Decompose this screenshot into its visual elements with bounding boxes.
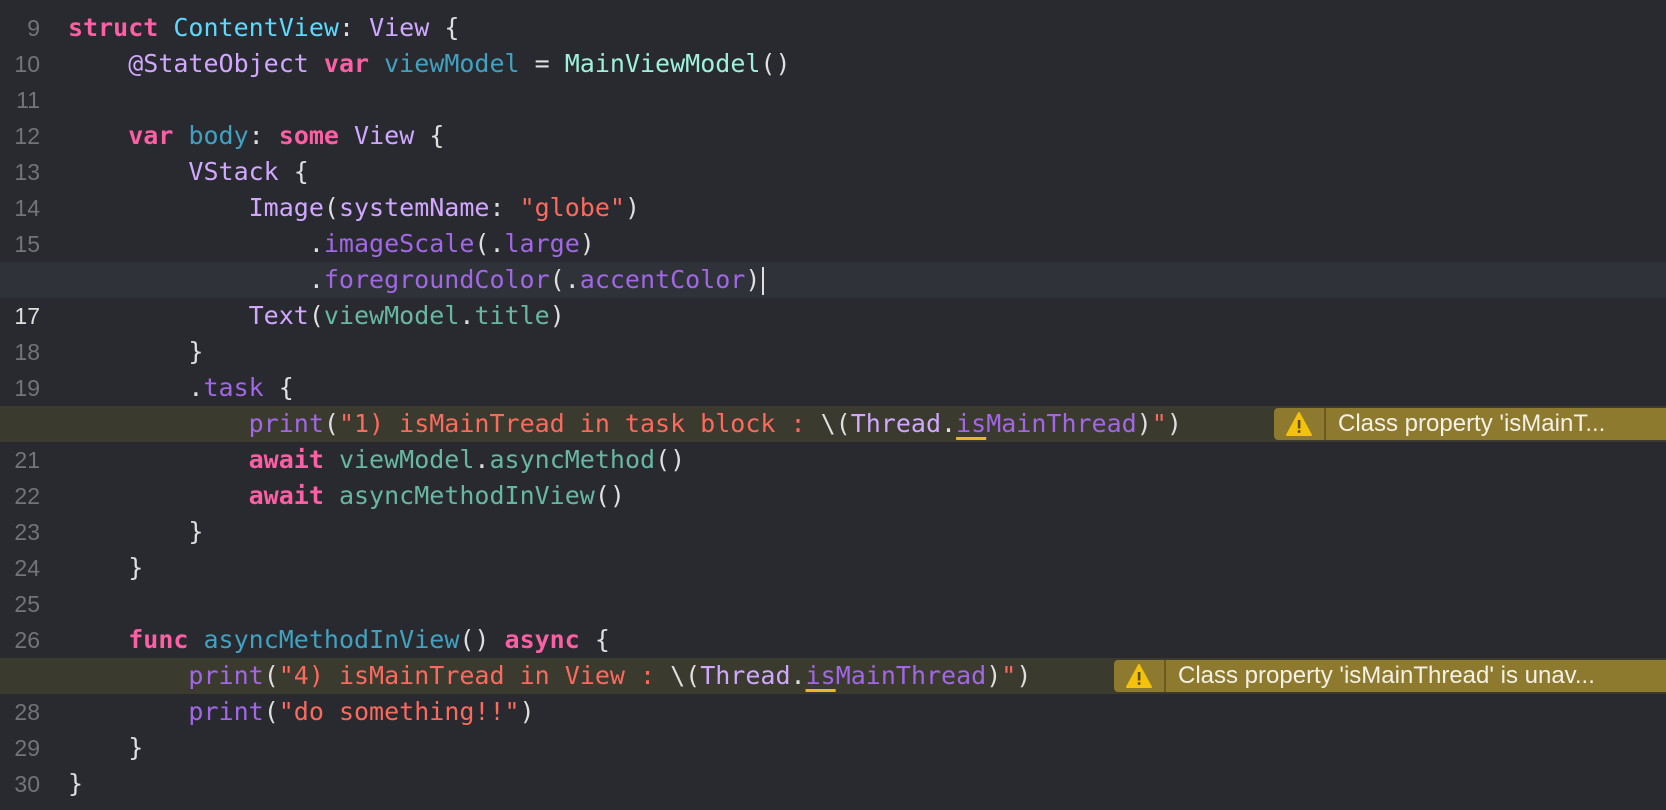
text-cursor (762, 267, 765, 295)
code-line[interactable]: 31 } (0, 766, 1666, 810)
code-line[interactable]: 14 VStack { (0, 154, 1666, 221)
code-line[interactable]: 23 await asyncMethodInView() (0, 478, 1666, 545)
warning-code-line[interactable]: 28 print("4) isMainTread in View : \(Thr… (0, 658, 1666, 725)
code-line[interactable]: 20 .task { (0, 370, 1666, 437)
code-editor[interactable]: 9 10 struct ContentView: View { 11 @Stat… (0, 0, 1666, 810)
code-content: VStack { (188, 157, 309, 186)
code-line[interactable]: 24 } (0, 514, 1666, 581)
current-code-line[interactable]: 17 .foregroundColor(.accentColor) (0, 262, 1666, 329)
code-content: @StateObject var viewModel = MainViewMod… (128, 49, 791, 78)
partial-line: 9 (0, 0, 1666, 41)
code-content: .foregroundColor(.accentColor) (68, 262, 765, 298)
warning-triangle-icon[interactable] (1274, 408, 1326, 440)
code-line[interactable]: 10 struct ContentView: View { (0, 10, 1666, 77)
code-line[interactable]: 22 await viewModel.asyncMethod() (0, 442, 1666, 509)
code-content: print("4) isMainTread in View : \(Thread… (188, 661, 1032, 690)
code-content: await viewModel.asyncMethod() (248, 445, 686, 474)
code-line[interactable]: 16 .imageScale(.large) (0, 226, 1666, 293)
code-content: } (68, 769, 84, 798)
code-line[interactable]: 26 (0, 586, 1666, 653)
code-content: var body: some View { (128, 121, 445, 150)
code-content: } (68, 553, 144, 582)
warning-code-line[interactable]: 21 print("1) isMainTread in task block :… (0, 406, 1666, 473)
code-line[interactable]: 13 var body: some View { (0, 118, 1666, 185)
code-content: func asyncMethodInView() async { (128, 625, 610, 654)
warning-message: Class property 'isMainT... (1338, 410, 1606, 437)
code-line[interactable]: 19 } (0, 334, 1666, 401)
warning-banner[interactable]: Class property 'isMainT... (1274, 408, 1666, 440)
warning-banner[interactable]: Class property 'isMainThread' is unav... (1114, 660, 1666, 692)
code-content: print("do something!!") (188, 697, 535, 726)
code-line[interactable]: 12 (0, 82, 1666, 149)
code-content: .imageScale(.large) (68, 229, 595, 258)
code-content: } (68, 517, 204, 546)
warning-triangle-icon[interactable] (1114, 660, 1166, 692)
code-line[interactable]: 15 Image(systemName: "globe") (0, 190, 1666, 257)
code-content: await asyncMethodInView() (248, 481, 625, 510)
code-line[interactable]: 11 @StateObject var viewModel = MainView… (0, 46, 1666, 113)
code-content: print("1) isMainTread in task block : \(… (248, 409, 1182, 438)
code-line[interactable]: 29 print("do something!!") (0, 694, 1666, 761)
code-content: } (68, 733, 144, 762)
line-number: 31 (0, 802, 40, 810)
code-content: Image(systemName: "globe") (248, 193, 640, 222)
code-content: Text(viewModel.title) (248, 301, 565, 330)
code-line[interactable]: 18 Text(viewModel.title) (0, 298, 1666, 365)
code-content: .task { (68, 373, 294, 402)
code-content: struct ContentView: View { (68, 13, 460, 42)
warning-message: Class property 'isMainThread' is unav... (1178, 662, 1595, 689)
code-content: } (68, 337, 204, 366)
code-line[interactable]: 27 func asyncMethodInView() async { (0, 622, 1666, 689)
code-line[interactable]: 25 } (0, 550, 1666, 617)
code-line[interactable]: 30 } (0, 730, 1666, 797)
